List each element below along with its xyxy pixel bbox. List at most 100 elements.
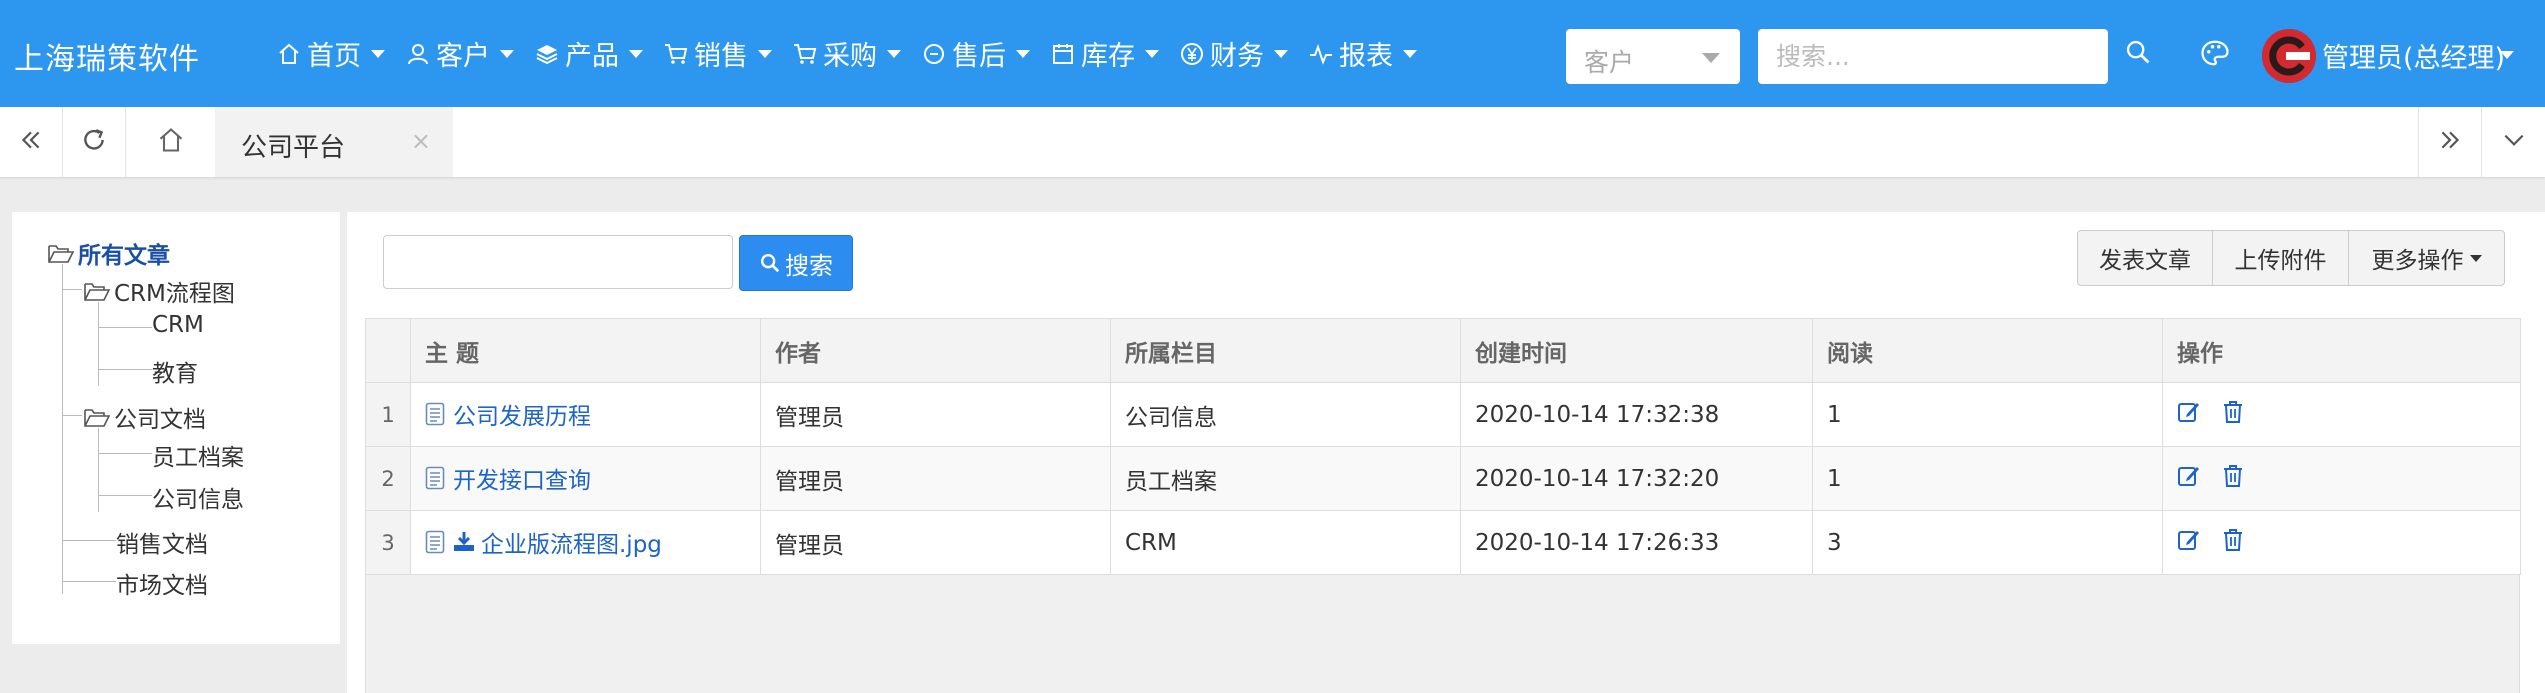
nav-customers[interactable]: 客户 [405,34,514,73]
tree-item-company-docs[interactable]: 公司文档 [84,400,206,434]
home-icon [276,41,302,67]
nav-reports-label: 报表 [1339,41,1393,72]
tree-item-education[interactable]: 教育 [152,354,198,388]
close-icon[interactable]: × [411,127,431,155]
tree-item-label: 所有文章 [78,243,170,269]
edit-icon[interactable] [2177,464,2201,494]
nav-inventory[interactable]: 库存 [1050,34,1159,73]
tree-connector [98,495,152,496]
tree-item-market-docs[interactable]: 市场文档 [116,566,208,600]
row-index: 2 [365,446,411,511]
header-created[interactable]: 创建时间 [1460,318,1813,383]
category-cell: 公司信息 [1110,382,1461,447]
trash-icon[interactable] [2222,400,2244,430]
folder-open-icon [84,408,111,434]
tree-connector [98,327,152,328]
header-reads[interactable]: 阅读 [1812,318,2163,383]
refresh-button[interactable] [63,107,126,177]
chevron-down-icon [371,49,385,58]
search-input[interactable] [1758,29,2108,84]
actions-cell [2162,382,2521,447]
actions-cell [2162,510,2521,575]
header-index [365,318,411,383]
publish-article-button[interactable]: 发表文章 [2077,230,2213,286]
chevron-down-icon [1274,49,1288,58]
folder-open-icon [48,244,75,270]
document-icon [425,530,445,560]
yen-icon [1179,41,1205,67]
tree-item-crm-flowchart[interactable]: CRM流程图 [84,274,235,308]
header-subject[interactable]: 主 题 [410,318,761,383]
subject-cell: 公司发展历程 [410,382,761,447]
home-tab-button[interactable] [140,107,202,177]
trash-icon[interactable] [2222,528,2244,558]
header-author[interactable]: 作者 [760,318,1111,383]
edit-icon[interactable] [2177,400,2201,430]
tab-label: 公司平台 [241,133,346,163]
chevron-down-icon [1702,53,1720,63]
subject-cell: 开发接口查询 [410,446,761,511]
header-category[interactable]: 所属栏目 [1110,318,1461,383]
nav-finance-label: 财务 [1210,41,1264,72]
nav-sales[interactable]: 销售 [663,34,772,73]
more-actions-button[interactable]: 更多操作 [2349,230,2505,286]
article-link[interactable]: 公司发展历程 [453,404,591,430]
nav-products-label: 产品 [565,41,619,72]
article-link[interactable]: 开发接口查询 [453,468,591,494]
nav-purchase-label: 采购 [823,41,877,72]
document-icon [425,402,445,432]
folder-open-icon [84,282,111,308]
header-actions: 操作 [2162,318,2521,383]
search-button[interactable]: 搜索 [739,235,853,291]
actions-cell [2162,446,2521,511]
edit-icon[interactable] [2177,528,2201,558]
article-table: 主 题 作者 所属栏目 创建时间 阅读 操作 1 公司发展历程 管理员 公司信息… [365,318,2521,575]
palette-icon[interactable] [2200,38,2230,72]
tree-item-sales-docs[interactable]: 销售文档 [116,525,208,559]
chevron-down-icon [1016,49,1030,58]
tab-company-platform[interactable]: 公司平台 × [215,107,453,177]
nav-customers-label: 客户 [436,41,490,72]
trash-icon[interactable] [2222,464,2244,494]
tree-item-employee-files[interactable]: 员工档案 [152,438,244,472]
nav-purchase[interactable]: 采购 [792,34,901,73]
brand-title[interactable]: 上海瑞策软件 [14,34,200,78]
layers-icon [534,41,560,67]
scroll-tabs-right-button[interactable] [2418,107,2482,177]
nav-home[interactable]: 首页 [276,34,385,73]
tree-connector [98,453,152,454]
scroll-tabs-left-button[interactable] [0,107,63,177]
search-button-label: 搜索 [785,251,833,280]
tree-item-label: 公司文档 [114,407,206,433]
nav-products[interactable]: 产品 [534,34,643,73]
nav-aftersales[interactable]: 售后 [921,34,1030,73]
nav-finance[interactable]: 财务 [1179,34,1288,73]
chevron-down-icon [629,49,643,58]
keyword-input[interactable] [383,235,733,289]
search-scope-select[interactable]: 客户 [1566,29,1740,84]
chevron-down-icon [887,49,901,58]
search-icon [759,252,781,274]
category-tree: 所有文章 CRM流程图 CRM 教育 公司文档 员工档案 公司信息 销售文档 市… [12,212,340,644]
chevron-down-icon[interactable] [2500,51,2514,59]
more-actions-label: 更多操作 [2371,248,2464,274]
download-icon[interactable] [453,531,475,559]
reads-cell: 1 [1812,382,2163,447]
double-chevron-left-icon [18,127,44,157]
table-header-row: 主 题 作者 所属栏目 创建时间 阅读 操作 [365,318,2521,383]
user-icon [405,41,431,67]
nav-reports[interactable]: 报表 [1308,34,1417,73]
user-name[interactable]: 管理员(总经理) [2322,36,2505,75]
chevron-down-icon [1403,49,1417,58]
home-icon [157,126,185,158]
tree-item-crm[interactable]: CRM [152,312,204,338]
table-row: 3 企业版流程图.jpg 管理员 CRM 2020-10-14 17:26:33… [365,510,2521,575]
search-icon[interactable] [2124,38,2152,70]
tree-item-company-info[interactable]: 公司信息 [152,480,244,514]
refresh-icon [81,127,107,157]
upload-attachment-button[interactable]: 上传附件 [2213,230,2349,286]
tree-item-all-articles[interactable]: 所有文章 [48,236,170,270]
tab-options-button[interactable] [2483,107,2545,177]
avatar[interactable] [2262,29,2316,83]
article-link[interactable]: 企业版流程图.jpg [481,532,662,558]
